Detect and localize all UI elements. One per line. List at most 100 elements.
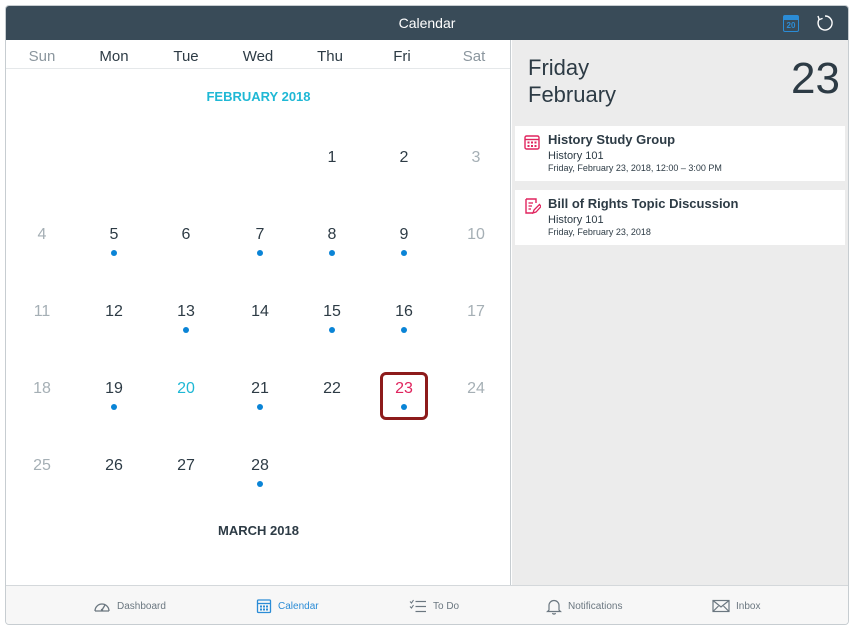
day-number: 23: [395, 380, 413, 397]
calendar-day[interactable]: 2: [380, 141, 428, 189]
calendar-day[interactable]: 1: [308, 575, 356, 585]
weekday-label: Wed: [242, 48, 274, 65]
day-number: 27: [177, 457, 195, 474]
event-dot: [111, 404, 117, 410]
selected-day-number: 23: [791, 54, 840, 103]
day-number: 26: [105, 457, 123, 474]
day-number: 12: [105, 303, 123, 320]
calendar-day[interactable]: 4: [18, 218, 66, 266]
calendar-event-icon: [524, 135, 540, 150]
calendar-day[interactable]: 12: [90, 295, 138, 343]
calendar-day[interactable]: 2: [380, 575, 428, 585]
day-number: 3: [471, 149, 481, 166]
day-number: 11: [33, 303, 51, 320]
tab-calendar[interactable]: Calendar: [256, 595, 319, 617]
weekday-label: Sat: [462, 48, 486, 65]
calendar-day[interactable]: 17: [452, 295, 500, 343]
tab-label: Inbox: [736, 600, 761, 612]
calendar-day[interactable]: 13: [162, 295, 210, 343]
calendar-day[interactable]: 10: [452, 218, 500, 266]
calendar-day[interactable]: 5: [90, 218, 138, 266]
todo-icon: [409, 599, 426, 613]
day-number: 1: [327, 149, 337, 166]
weekday-header: Sun Mon Tue Wed Thu Fri Sat: [6, 40, 510, 69]
calendar-day[interactable]: 8: [308, 218, 356, 266]
event-dot: [329, 250, 335, 256]
calendar-day[interactable]: 26: [90, 449, 138, 497]
event-dot: [257, 404, 263, 410]
calendar-day-today[interactable]: 20: [162, 372, 210, 420]
event-title: History Study Group: [548, 132, 676, 147]
page-title: Calendar: [398, 15, 456, 31]
calendar-day[interactable]: 16: [380, 295, 428, 343]
day-number: 21: [251, 380, 269, 397]
event-card[interactable]: Bill of Rights Topic Discussion History …: [515, 190, 845, 245]
calendar-day[interactable]: 28: [236, 449, 284, 497]
calendar-day[interactable]: 21: [236, 372, 284, 420]
jump-to-today-button[interactable]: 20: [783, 15, 799, 32]
calendar-day[interactable]: 24: [452, 372, 500, 420]
event-date: Friday, February 23, 2018, 12:00 – 3:00 …: [548, 163, 722, 173]
calendar-day[interactable]: 18: [18, 372, 66, 420]
day-number: 10: [467, 226, 485, 243]
calendar-day[interactable]: 11: [18, 295, 66, 343]
tab-dashboard[interactable]: Dashboard: [93, 595, 166, 617]
dashboard-icon: [94, 603, 110, 612]
calendar-day[interactable]: 15: [308, 295, 356, 343]
tab-todo[interactable]: To Do: [409, 595, 459, 617]
month-heading: MARCH 2018: [218, 523, 299, 538]
calendar-day[interactable]: 27: [162, 449, 210, 497]
day-number: 4: [37, 226, 47, 243]
calendar-day[interactable]: 14: [236, 295, 284, 343]
calendar-day[interactable]: 1: [308, 141, 356, 189]
calendar-day[interactable]: 9: [380, 218, 428, 266]
tab-label: To Do: [433, 600, 460, 612]
day-number: 25: [33, 457, 51, 474]
calendar-day-selected[interactable]: 23: [380, 372, 428, 420]
day-number: 20: [177, 380, 195, 397]
day-number: 18: [33, 380, 51, 397]
calendar-day[interactable]: 6: [162, 218, 210, 266]
tab-bar: Dashboard Calendar To Do Notifications I…: [6, 585, 848, 624]
weekday-label: Mon: [99, 48, 129, 65]
event-dot: [401, 404, 407, 410]
calendar-day[interactable]: 25: [18, 449, 66, 497]
day-number: 8: [327, 226, 337, 243]
day-number: 6: [181, 226, 191, 243]
inbox-icon: [712, 599, 730, 613]
day-detail-panel: Friday February 23 History Study Group H…: [512, 40, 848, 585]
day-number: 2: [399, 149, 409, 166]
tab-inbox[interactable]: Inbox: [712, 595, 760, 617]
bell-icon: [546, 599, 562, 615]
weekday-label: Tue: [173, 48, 199, 65]
event-card[interactable]: History Study Group History 101 Friday, …: [515, 126, 845, 181]
tab-notifications[interactable]: Notifications: [546, 595, 622, 617]
selected-date-label: Friday February: [528, 54, 616, 108]
event-course: History 101: [548, 214, 604, 226]
refresh-icon[interactable]: [815, 13, 835, 33]
day-number: 7: [255, 226, 265, 243]
day-number: 15: [323, 303, 341, 320]
tab-label: Dashboard: [117, 600, 166, 612]
event-dot: [183, 327, 189, 333]
calendar-icon: [256, 599, 272, 614]
calendar-day[interactable]: 3: [452, 141, 500, 189]
calendar-day[interactable]: 7: [236, 218, 284, 266]
day-number: 14: [251, 303, 269, 320]
today-day-number: 20: [786, 21, 796, 30]
day-number: 5: [109, 226, 119, 243]
day-number: 28: [251, 457, 269, 474]
event-dot: [257, 250, 263, 256]
weekday-label: Fri: [393, 48, 411, 65]
selected-weekday: Friday: [528, 55, 590, 80]
app-window: Calendar 20 Sun Mon Tue Wed Thu Fri Sat …: [5, 5, 849, 625]
calendar-day[interactable]: 22: [308, 372, 356, 420]
calendar-day[interactable]: 19: [90, 372, 138, 420]
day-number: 22: [323, 380, 341, 397]
event-title: Bill of Rights Topic Discussion: [548, 196, 739, 211]
day-number: 9: [399, 226, 409, 243]
event-dot: [401, 250, 407, 256]
month-heading: FEBRUARY 2018: [206, 89, 311, 104]
tab-label: Calendar: [278, 600, 319, 612]
calendar-day[interactable]: 3: [452, 575, 500, 585]
